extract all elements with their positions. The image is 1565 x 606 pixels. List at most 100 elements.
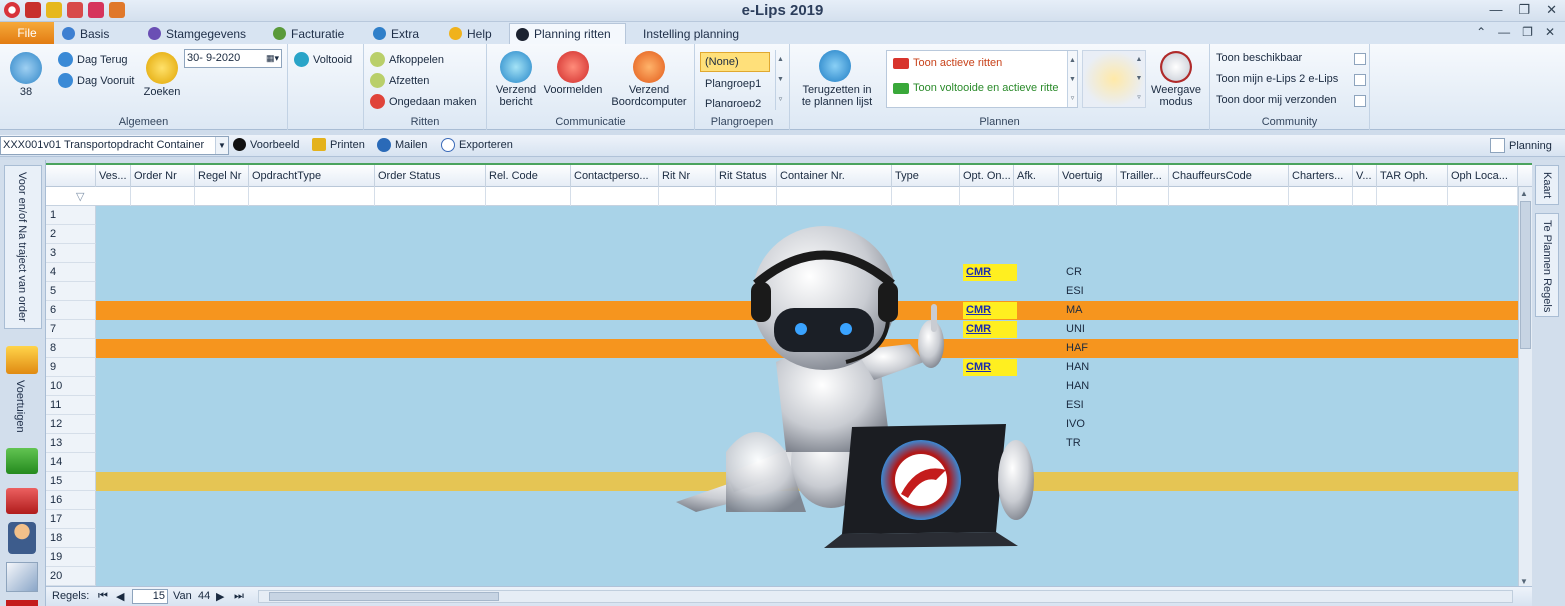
- column-header[interactable]: Voertuig: [1059, 165, 1117, 187]
- column-header[interactable]: Opt. On...: [960, 165, 1014, 187]
- afzetten-button[interactable]: Afzetten: [370, 73, 429, 88]
- column-header[interactable]: Oph Loca...: [1448, 165, 1518, 187]
- tab-extra[interactable]: Extra: [367, 23, 425, 44]
- filter-cell[interactable]: [777, 187, 892, 206]
- planning-checkbox[interactable]: [1490, 138, 1505, 153]
- filter-cell[interactable]: [1014, 187, 1059, 206]
- toon-beschikbaar-checkbox[interactable]: [1354, 53, 1366, 65]
- row-number[interactable]: 5: [46, 282, 96, 301]
- column-header[interactable]: Type: [892, 165, 960, 187]
- column-header[interactable]: ChauffeursCode: [1169, 165, 1289, 187]
- filter-cell[interactable]: [1117, 187, 1169, 206]
- last-page-icon[interactable]: ⏭: [234, 590, 244, 603]
- scroll-thumb[interactable]: [1520, 201, 1531, 349]
- vertical-scrollbar[interactable]: ▲ ▼: [1518, 187, 1532, 586]
- column-header[interactable]: OpdrachtType: [249, 165, 375, 187]
- exporteren-button[interactable]: Exporteren: [441, 138, 513, 152]
- minimize-icon[interactable]: —: [1498, 25, 1510, 39]
- filter-cell[interactable]: [486, 187, 571, 206]
- dag-terug-button[interactable]: Dag Terug: [58, 52, 128, 67]
- binoculars-icon[interactable]: [146, 52, 178, 84]
- scroll-down-icon[interactable]: ▼: [1520, 577, 1528, 586]
- scroll-thumb[interactable]: [269, 592, 499, 601]
- verzend-boordcomputer-button[interactable]: Verzend Boordcomputer: [607, 84, 691, 108]
- filter-cell[interactable]: [892, 187, 960, 206]
- column-header[interactable]: Charters...: [1289, 165, 1353, 187]
- row-number[interactable]: 20: [46, 567, 96, 586]
- gallery-scroll[interactable]: ▲ ▼ ▿: [1067, 51, 1077, 107]
- row-number[interactable]: 2: [46, 225, 96, 244]
- chevron-down-icon[interactable]: ▼: [215, 137, 228, 154]
- voertuigen-tab[interactable]: Voertuigen: [14, 380, 26, 433]
- refresh-icon[interactable]: [10, 52, 42, 84]
- ongedaan-maken-button[interactable]: Ongedaan maken: [370, 94, 476, 109]
- horizontal-scrollbar[interactable]: [258, 590, 1513, 603]
- column-header[interactable]: Afk.: [1014, 165, 1059, 187]
- column-header[interactable]: Rit Nr: [659, 165, 716, 187]
- row-number[interactable]: 4: [46, 263, 96, 282]
- row-number[interactable]: 8: [46, 339, 96, 358]
- current-row-input[interactable]: 15: [132, 589, 168, 604]
- gallery-scroll[interactable]: ▲ ▼ ▿: [775, 50, 785, 110]
- column-header[interactable]: Rel. Code: [486, 165, 571, 187]
- row-number[interactable]: 17: [46, 510, 96, 529]
- calendar-icon[interactable]: ▦▾: [266, 50, 279, 67]
- toon-actieve-ritten[interactable]: Toon actieve ritten: [893, 57, 1002, 69]
- column-header[interactable]: Trailler...: [1117, 165, 1169, 187]
- date-picker[interactable]: 30- 9-2020 ▦▾: [184, 49, 282, 68]
- prev-page-icon[interactable]: ◀: [116, 590, 124, 603]
- weergave-modus-button[interactable]: Weergave modus: [1150, 84, 1202, 108]
- filter-cell[interactable]: [960, 187, 1014, 206]
- voor-na-traject-tab[interactable]: Voor en/of Na traject van order: [4, 165, 42, 329]
- display-mode-icon[interactable]: [1160, 51, 1192, 83]
- filter-cell[interactable]: [1448, 187, 1518, 206]
- row-number[interactable]: 15: [46, 472, 96, 491]
- minimize-icon[interactable]: —: [1489, 2, 1502, 18]
- toon-door-checkbox[interactable]: [1354, 95, 1366, 107]
- tab-planning-ritten[interactable]: Planning ritten: [509, 23, 626, 44]
- close-icon[interactable]: ✕: [1546, 2, 1557, 18]
- plangroep-2[interactable]: Plangroep2: [705, 98, 761, 107]
- row-number[interactable]: 10: [46, 377, 96, 396]
- send-icon[interactable]: [500, 51, 532, 83]
- zoeken-button[interactable]: Zoeken: [140, 86, 184, 98]
- column-header[interactable]: Contactperso...: [571, 165, 659, 187]
- column-header[interactable]: Ves...: [96, 165, 131, 187]
- restore-icon[interactable]: ❐: [1522, 25, 1533, 39]
- collapse-ribbon-icon[interactable]: ⌃: [1476, 25, 1486, 39]
- tab-help[interactable]: Help: [443, 23, 498, 44]
- kaart-tab[interactable]: Kaart: [1535, 165, 1559, 205]
- printen-button[interactable]: Printen: [312, 138, 365, 151]
- column-header[interactable]: Regel Nr: [195, 165, 249, 187]
- row-number[interactable]: 9: [46, 358, 96, 377]
- filter-cell[interactable]: [1289, 187, 1353, 206]
- first-page-icon[interactable]: ⏮: [98, 590, 108, 603]
- filter-cell[interactable]: [571, 187, 659, 206]
- filter-cell[interactable]: [131, 187, 195, 206]
- mailen-button[interactable]: Mailen: [377, 138, 427, 152]
- plangroep-1[interactable]: Plangroep1: [705, 78, 761, 90]
- filter-icon[interactable]: ▽: [76, 190, 84, 203]
- filter-cell[interactable]: [659, 187, 716, 206]
- table-row[interactable]: 20: [46, 567, 1532, 586]
- tab-basis[interactable]: Basis: [56, 23, 115, 44]
- gallery-scroll[interactable]: ▲ ▼ ▿: [1133, 50, 1145, 108]
- filter-cell[interactable]: [1377, 187, 1448, 206]
- dag-vooruit-button[interactable]: Dag Vooruit: [58, 73, 134, 88]
- restore-icon[interactable]: ❐: [1518, 2, 1530, 18]
- voltooid-button[interactable]: Voltooid: [294, 52, 352, 67]
- red-icon[interactable]: [6, 600, 38, 606]
- column-header[interactable]: Order Status: [375, 165, 486, 187]
- row-number[interactable]: 1: [46, 206, 96, 225]
- driver-icon[interactable]: [8, 522, 36, 554]
- verzend-bericht-button[interactable]: Verzend bericht: [487, 84, 545, 108]
- terugzetten-button[interactable]: Terugzetten in te plannen lijst: [792, 84, 882, 108]
- row-number[interactable]: 7: [46, 320, 96, 339]
- filter-cell[interactable]: [1353, 187, 1377, 206]
- afkoppelen-button[interactable]: Afkoppelen: [370, 52, 444, 67]
- voormelden-button[interactable]: Voormelden: [541, 84, 605, 96]
- toon-voltooide-ritten[interactable]: Toon voltooide en actieve ritte: [893, 82, 1059, 94]
- terugzetten-icon[interactable]: [819, 50, 851, 82]
- column-header[interactable]: Container Nr.: [777, 165, 892, 187]
- column-header[interactable]: TAR Oph.: [1377, 165, 1448, 187]
